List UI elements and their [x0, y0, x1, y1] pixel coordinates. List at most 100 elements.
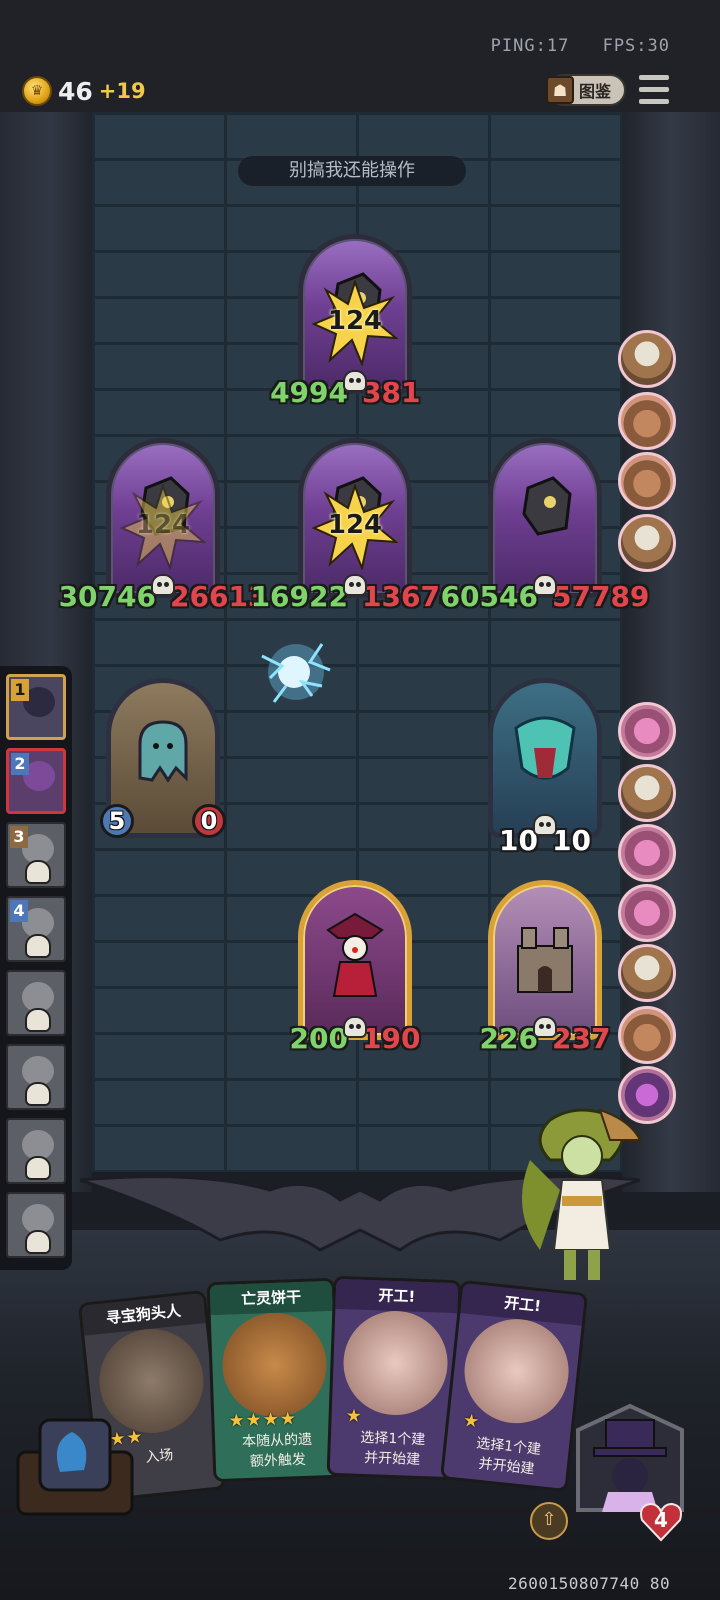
ghost-unit[interactable]: 5 0 [100, 678, 226, 838]
hand-card[interactable]: 亡灵饼干 ★★★★ 本随从的遗 额外触发 [206, 1277, 342, 1483]
player-health: 4 [654, 1508, 668, 1532]
user-id-text: 2600150807740 80 [508, 1574, 671, 1593]
card-description: 本随从的遗 额外触发 [241, 1431, 313, 1470]
skull-cookie-icon [220, 1311, 329, 1419]
clown-unit[interactable]: 200 190 [290, 880, 420, 1055]
damage-number: 124 [327, 510, 383, 540]
gold-display: ♛ 46 +19 [22, 76, 146, 106]
treasure-chest-button[interactable] [10, 1412, 140, 1520]
attack-value: 5 [108, 807, 126, 835]
gold-income: +19 [98, 79, 146, 103]
health-value: 10 [552, 824, 591, 857]
hand-card[interactable]: 开工! ★ 选择1个建 并开始建 [326, 1275, 462, 1481]
skull-icon [343, 574, 367, 596]
skull-icon [25, 1008, 51, 1032]
cart-icon[interactable] [618, 452, 676, 510]
status-banner: 别搞我还能操作 [238, 156, 466, 186]
roster-slot[interactable]: 1 [6, 674, 66, 740]
roster-slot[interactable]: 4 [6, 896, 66, 962]
gold-amount: 46 [58, 76, 93, 106]
codex-button[interactable]: ☗ 图鉴 [546, 74, 626, 106]
player-roster: 1 2 3 4 [0, 666, 72, 1270]
rank-number: 1 [11, 679, 29, 701]
codex-label: 图鉴 [579, 82, 612, 101]
castle-unit[interactable]: 226 237 [480, 880, 610, 1055]
network-status: PING:17 FPS:30 [469, 36, 670, 56]
enemy-unit-mid-left[interactable]: 124 30746 26613 [59, 438, 267, 613]
castle-icon [517, 927, 573, 993]
skull-icon [343, 1016, 367, 1038]
attack-value: 4994 [270, 376, 348, 409]
enemy-unit-mid-center[interactable]: 124 16922 13674 [251, 438, 459, 613]
health-value: 57789 [552, 580, 650, 613]
fps-text: FPS:30 [602, 36, 670, 56]
roster-slot[interactable]: 3 [6, 822, 66, 888]
skull-icon [25, 860, 51, 884]
skull-icon [533, 814, 557, 836]
health-value: 0 [200, 807, 218, 835]
clown-icon [326, 912, 384, 997]
ship-icon[interactable] [618, 944, 676, 1002]
health-value: 237 [552, 1022, 611, 1055]
health-value: 381 [362, 376, 421, 409]
ship-icon[interactable] [618, 330, 676, 388]
spirit-titan-icon [514, 716, 576, 780]
skull-icon [343, 370, 367, 392]
menu-bar-icon [638, 86, 670, 93]
top-bar: PING:17 FPS:30 ♛ 46 +19 ☗ 图鉴 [0, 0, 720, 115]
rank-number: 3 [10, 826, 28, 848]
upgrade-shield-icon[interactable]: ⇧ [530, 1502, 568, 1540]
rank-number: 2 [11, 753, 29, 775]
skull-icon [25, 1082, 51, 1106]
skull-icon [151, 574, 175, 596]
card-stars: ★ [462, 1409, 482, 1433]
skull-icon [25, 1230, 51, 1254]
attack-value: 200 [289, 1022, 348, 1055]
roster-slot[interactable]: 2 [6, 748, 66, 814]
cart-icon[interactable] [618, 392, 676, 450]
attack-value: 30746 [58, 580, 156, 613]
health-value: 190 [362, 1022, 421, 1055]
card-description: 选择1个建 并开始建 [475, 1435, 542, 1478]
hand-card[interactable]: 开工! ★ 选择1个建 并开始建 [439, 1279, 589, 1493]
card-stars: ★ [345, 1405, 364, 1427]
card-stars: ★★★★ [228, 1408, 298, 1432]
enemy-unit-top[interactable]: 124 4994 381 [270, 234, 420, 409]
ping-text: PING:17 [490, 36, 570, 56]
roster-slot[interactable] [6, 970, 66, 1036]
menu-bar-icon [638, 98, 670, 105]
card-title: 亡灵饼干 [209, 1280, 333, 1316]
golem-icon [522, 476, 572, 536]
skull-icon [533, 574, 557, 596]
book-icon: ☗ [546, 76, 574, 104]
skull-icon [533, 1016, 557, 1038]
roster-slot[interactable] [6, 1044, 66, 1110]
roster-slot[interactable] [6, 1192, 66, 1258]
ghost-icon [138, 720, 188, 783]
attack-value: 60546 [440, 580, 538, 613]
menu-bar-icon [638, 74, 670, 81]
attack-value: 16922 [250, 580, 348, 613]
attack-value: 226 [479, 1022, 538, 1055]
rank-number: 4 [10, 900, 28, 922]
pink-cart-icon[interactable] [618, 702, 676, 760]
lightning-orb-icon [261, 643, 331, 703]
skull-icon [25, 1156, 51, 1180]
spirit-titan-unit[interactable]: 10 10 [488, 678, 602, 857]
card-description: 选择1个建 并开始建 [360, 1429, 426, 1468]
ship-icon[interactable] [618, 514, 676, 572]
skull-icon [25, 934, 51, 958]
roster-slot[interactable] [6, 1118, 66, 1184]
house-build-icon [341, 1309, 450, 1417]
hero-character[interactable] [510, 1100, 650, 1290]
cart-icon[interactable] [618, 1006, 676, 1064]
ship-icon[interactable] [618, 764, 676, 822]
pink-cart-icon[interactable] [618, 884, 676, 942]
enemy-unit-mid-right[interactable]: 60546 57789 [441, 438, 649, 613]
crown-coin-icon: ♛ [22, 76, 52, 106]
damage-number: 124 [135, 510, 191, 540]
card-title: 开工! [335, 1278, 459, 1314]
menu-button[interactable] [638, 74, 670, 106]
damage-number: 124 [327, 306, 383, 336]
pink-cart-icon[interactable] [618, 824, 676, 882]
